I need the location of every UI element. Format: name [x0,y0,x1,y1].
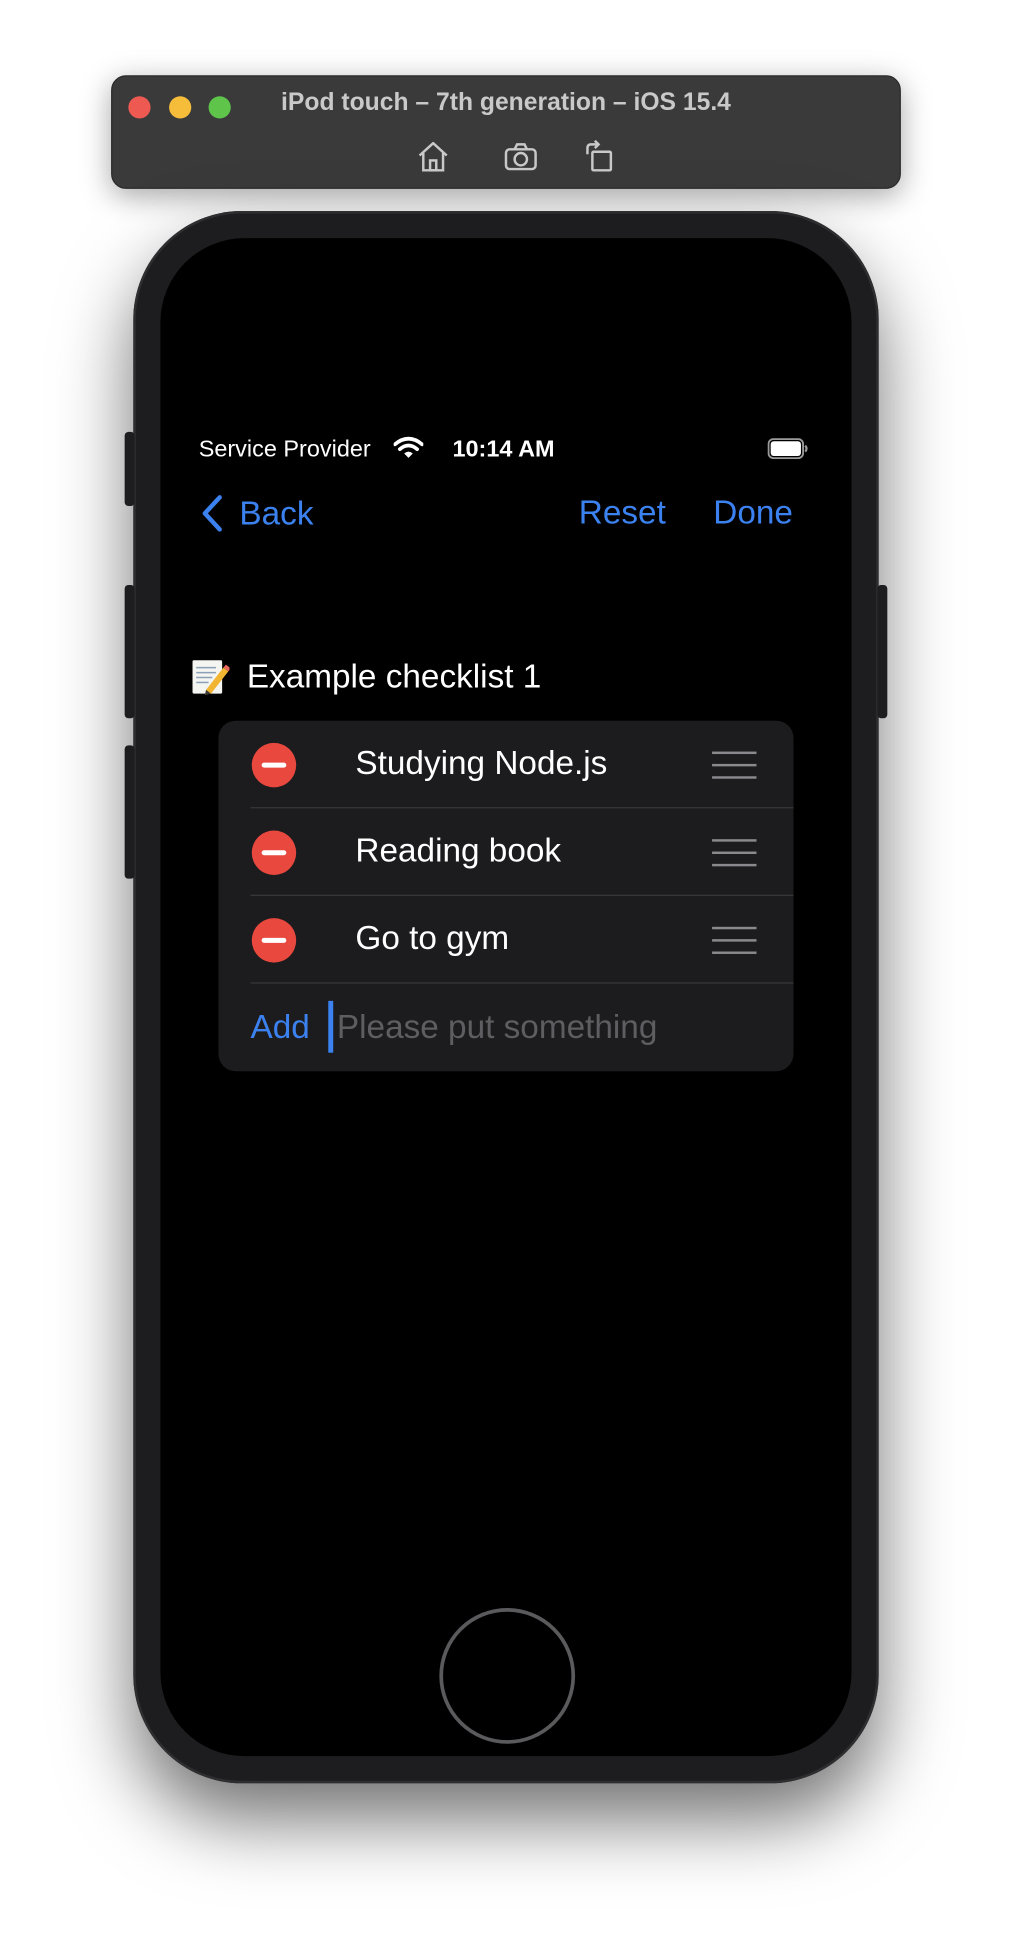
add-button[interactable]: Add [251,1008,310,1046]
back-button[interactable]: Back [200,491,314,535]
home-button[interactable] [439,1608,576,1744]
mute-switch [124,431,135,506]
volume-down-button [124,745,135,879]
simulator-toolbar [112,138,899,175]
delete-item-button[interactable] [251,918,297,963]
list-item-label: Studying Node.js [355,744,608,782]
list-item: Go to gym [218,896,794,984]
checklist-card: Studying Node.js Reading book Go to gym … [218,720,794,1072]
add-item-row: Add [218,984,793,1072]
navigation-bar: Back Reset Done [175,481,836,550]
screenshot-camera-icon[interactable] [502,138,539,175]
volume-up-button [124,584,135,719]
home-icon[interactable] [415,138,452,175]
status-time: 10:14 AM [452,436,555,463]
power-button [877,584,888,719]
reorder-handle-icon[interactable] [712,839,757,867]
status-bar: Service Provider 10:14 AM [175,420,836,482]
simulator-root: iPod touch – 7th generation – iOS 15.4 S… [0,0,1012,1935]
list-item: Studying Node.js [218,721,794,809]
delete-item-button[interactable] [251,742,297,788]
battery-icon [767,438,808,460]
simulator-titlebar: iPod touch – 7th generation – iOS 15.4 [111,75,901,189]
app-screen: Service Provider 10:14 AM Back Reset Don… [175,420,836,1531]
back-button-label: Back [239,494,314,532]
new-item-input[interactable] [328,1000,757,1053]
checklist-title: Example checklist 1 [246,657,542,695]
delete-item-button[interactable] [251,830,297,875]
simulator-window-title: iPod touch – 7th generation – iOS 15.4 [281,88,731,117]
list-item-label: Go to gym [355,919,510,957]
checklist-header: Example checklist 1 [190,654,541,698]
reorder-handle-icon[interactable] [712,926,757,954]
chevron-left-icon [202,495,222,532]
list-item: Reading book [218,808,794,896]
list-item-label: Reading book [355,831,562,869]
rotate-icon[interactable] [581,138,618,175]
reorder-handle-icon[interactable] [712,751,757,779]
memo-icon [192,660,230,695]
reset-button[interactable]: Reset [579,494,666,532]
done-button[interactable]: Done [713,494,793,532]
